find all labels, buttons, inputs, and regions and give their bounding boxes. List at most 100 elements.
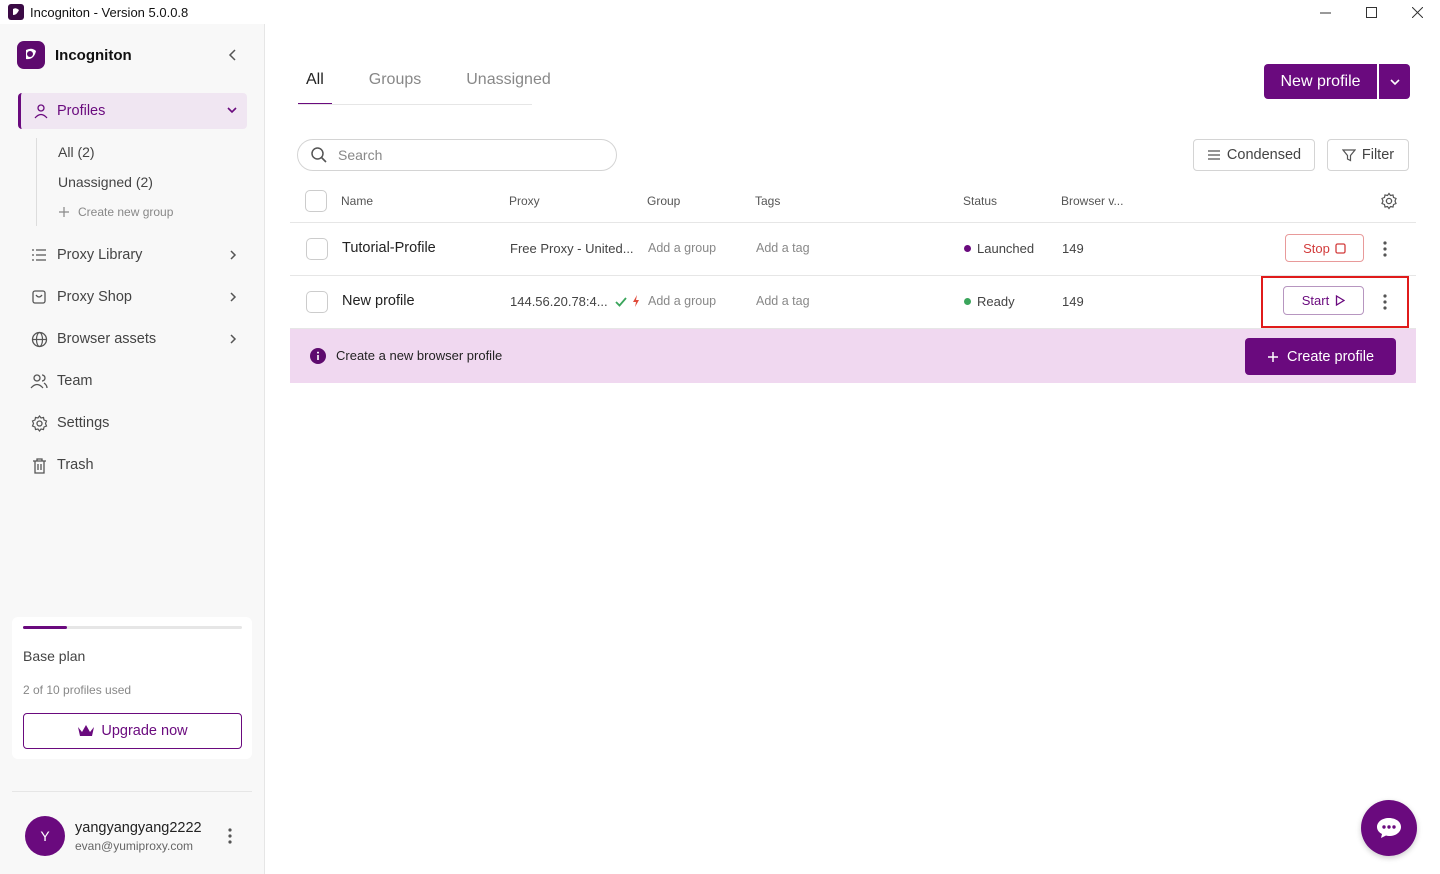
plan-name: Base plan <box>23 648 86 664</box>
chevron-right-icon <box>230 334 237 344</box>
table-row[interactable]: Tutorial-Profile Free Proxy - United... … <box>290 223 1416 276</box>
globe-icon <box>30 330 48 348</box>
row-checkbox[interactable] <box>306 238 328 260</box>
create-profile-button[interactable]: Create profile <box>1245 338 1396 375</box>
profile-proxy[interactable]: 144.56.20.78:4... <box>510 294 608 309</box>
filter-button[interactable]: Filter <box>1327 139 1409 171</box>
browser-version: 149 <box>1062 241 1084 256</box>
stop-button[interactable]: Stop <box>1285 234 1364 262</box>
condensed-button[interactable]: Condensed <box>1193 139 1315 171</box>
trash-icon <box>30 456 48 474</box>
user-more-button[interactable] <box>222 826 238 851</box>
user-email: evan@yumiproxy.com <box>75 838 193 853</box>
sidebar-item-proxy-library[interactable]: Proxy Library <box>30 241 248 269</box>
user-profile[interactable]: Y yangyangyang2222 evan@yumiproxy.com <box>25 816 202 856</box>
brand: Incogniton <box>17 41 132 69</box>
sidebar-divider <box>12 791 252 792</box>
shop-icon <box>30 288 48 306</box>
add-tag-link[interactable]: Add a tag <box>756 241 810 255</box>
sidebar-item-label: Browser assets <box>57 331 157 347</box>
app-logo-icon <box>8 4 24 20</box>
create-new-group-link[interactable]: Create new group <box>58 205 173 219</box>
tabs-underline <box>298 104 532 105</box>
start-button[interactable]: Start <box>1283 286 1364 315</box>
chat-button[interactable] <box>1361 800 1417 856</box>
plan-usage-fill <box>23 626 67 629</box>
row-more-icon[interactable] <box>1380 293 1390 311</box>
brand-name: Incogniton <box>55 46 132 64</box>
info-icon <box>310 348 326 364</box>
column-header-name[interactable]: Name <box>341 194 373 208</box>
window-title: Incogniton - Version 5.0.0.8 <box>30 4 189 20</box>
sidebar-subitem-unassigned[interactable]: Unassigned (2) <box>58 174 153 190</box>
maximize-button[interactable] <box>1348 0 1394 24</box>
table-row[interactable]: New profile 144.56.20.78:4... Add a grou… <box>290 276 1416 329</box>
browser-version: 149 <box>1062 294 1084 309</box>
chevron-right-icon <box>230 250 237 260</box>
sidebar-item-label: Team <box>57 373 93 389</box>
search-input[interactable] <box>338 147 598 163</box>
column-header-browser-version[interactable]: Browser v... <box>1061 194 1123 208</box>
tab-unassigned[interactable]: Unassigned <box>458 68 559 105</box>
status-text: Launched <box>977 241 1035 256</box>
create-group-label: Create new group <box>78 205 174 219</box>
tab-groups[interactable]: Groups <box>361 68 429 105</box>
status-badge: Ready <box>964 294 1015 309</box>
column-header-proxy[interactable]: Proxy <box>509 194 540 208</box>
stop-label: Stop <box>1303 240 1330 256</box>
plus-icon <box>59 207 69 217</box>
crown-icon <box>78 725 95 736</box>
sidebar-item-team[interactable]: Team <box>30 367 248 395</box>
sidebar-item-settings[interactable]: Settings <box>30 409 248 437</box>
new-profile-dropdown-button[interactable] <box>1379 64 1410 99</box>
create-profile-banner: Create a new browser profile Create prof… <box>290 329 1416 383</box>
plus-icon <box>1267 351 1278 362</box>
sidebar: Incogniton Profiles All (2) Unassigned (… <box>0 24 265 874</box>
create-profile-label: Create profile <box>1286 348 1375 365</box>
chevron-right-icon <box>230 292 237 302</box>
list-icon <box>30 246 48 264</box>
minimize-icon <box>1319 12 1331 13</box>
row-checkbox[interactable] <box>306 291 328 313</box>
sidebar-subitem-all[interactable]: All (2) <box>58 144 95 160</box>
search-icon <box>311 147 327 163</box>
chat-icon <box>1377 818 1401 838</box>
column-header-group[interactable]: Group <box>647 194 680 208</box>
column-header-tags[interactable]: Tags <box>755 194 780 208</box>
profile-proxy[interactable]: Free Proxy - United... <box>510 241 634 256</box>
sidebar-item-label: Profiles <box>57 103 106 119</box>
sidebar-item-trash[interactable]: Trash <box>30 451 248 479</box>
upgrade-now-button[interactable]: Upgrade now <box>23 713 242 749</box>
status-text: Ready <box>977 294 1015 309</box>
avatar: Y <box>25 816 65 856</box>
sidebar-item-label: Trash <box>57 457 94 473</box>
select-all-checkbox[interactable] <box>305 190 327 212</box>
start-label: Start <box>1301 293 1330 308</box>
sidebar-item-browser-assets[interactable]: Browser assets <box>30 325 248 353</box>
close-window-button[interactable] <box>1394 0 1440 24</box>
profile-name[interactable]: New profile <box>342 293 415 309</box>
subnav-line <box>36 138 38 226</box>
chevron-left-icon <box>228 49 236 61</box>
row-more-icon[interactable] <box>1380 240 1390 258</box>
profile-name[interactable]: Tutorial-Profile <box>342 240 436 256</box>
new-profile-split-button: New profile <box>1264 64 1410 99</box>
user-icon <box>34 104 48 119</box>
tab-all[interactable]: All <box>298 68 332 105</box>
sidebar-item-profiles[interactable]: Profiles <box>18 93 247 129</box>
minimize-button[interactable] <box>1302 0 1348 24</box>
add-group-link[interactable]: Add a group <box>648 241 716 255</box>
add-tag-link[interactable]: Add a tag <box>756 294 810 308</box>
user-name: yangyangyang2222 <box>75 819 202 836</box>
column-header-status[interactable]: Status <box>963 194 997 208</box>
profile-tabs: All Groups Unassigned <box>298 68 588 105</box>
column-settings-gear-icon[interactable] <box>1380 192 1398 210</box>
add-group-link[interactable]: Add a group <box>648 294 716 308</box>
sidebar-item-proxy-shop[interactable]: Proxy Shop <box>30 283 248 311</box>
status-badge: Launched <box>964 241 1034 256</box>
new-profile-button[interactable]: New profile <box>1264 64 1377 99</box>
play-icon <box>1336 295 1346 306</box>
team-icon <box>30 372 48 390</box>
plan-card: Base plan 2 of 10 profiles used Upgrade … <box>12 617 252 759</box>
collapse-sidebar-button[interactable] <box>224 46 242 64</box>
